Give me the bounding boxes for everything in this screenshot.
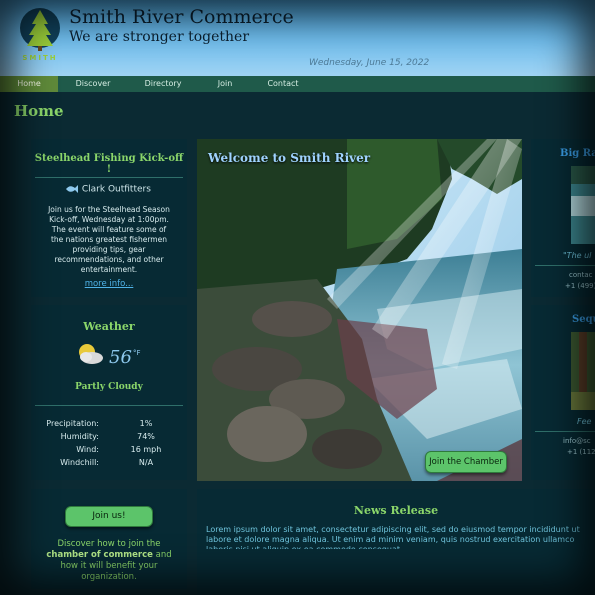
join-us-button[interactable]: Join us! — [65, 506, 153, 527]
main-nav: Home Discover Directory Join Contact — [0, 76, 595, 92]
hero-title: Welcome to Smith River — [208, 151, 371, 165]
page-title: Home — [14, 102, 64, 120]
logo-text: SMITH — [22, 54, 57, 62]
site-header: SMITH Smith River Commerce We are strong… — [0, 0, 595, 76]
wind-label: Wind: — [76, 445, 99, 454]
humidity-label: Humidity: — [60, 432, 99, 441]
right-card-1-contact: contac — [569, 271, 593, 279]
nav-join[interactable]: Join — [196, 76, 254, 92]
weather-card: Weather 56 °F Partly Cloudy Precipitatio… — [31, 305, 187, 480]
nav-discover[interactable]: Discover — [64, 76, 122, 92]
fish-icon — [66, 185, 78, 193]
temperature-unit: °F — [133, 349, 141, 357]
right-card-2-phone: +1 (112) 5 — [567, 448, 595, 456]
right-card-1-quote: "The ul — [563, 251, 592, 260]
join-text-bold: chamber of commerce — [46, 550, 153, 560]
nav-directory[interactable]: Directory — [134, 76, 192, 92]
right-card-1-phone: +1 (499) 5 — [565, 282, 595, 290]
river-scene-image — [197, 139, 522, 481]
nav-contact[interactable]: Contact — [254, 76, 312, 92]
windchill-label: Windchill: — [60, 458, 99, 467]
more-info-link[interactable]: more info... — [31, 279, 187, 289]
current-date: Wednesday, June 15, 2022 — [309, 58, 430, 68]
divider — [35, 405, 183, 406]
event-description: Join us for the Steelhead Season Kick-of… — [48, 205, 170, 274]
event-title: Steelhead Fishing Kick-off ! — [34, 153, 184, 175]
weather-title: Weather — [83, 320, 135, 333]
site-tagline: We are stronger together — [69, 29, 250, 45]
site-title: Smith River Commerce — [69, 6, 294, 28]
partly-cloudy-icon — [79, 344, 103, 364]
temperature: 56 — [109, 347, 132, 368]
join-description: Discover how to join the chamber of comm… — [43, 539, 175, 583]
sponsor-name: Clark Outfitters — [81, 184, 151, 195]
nav-home[interactable]: Home — [0, 76, 58, 92]
humidity-value: 74% — [137, 432, 155, 441]
right-card-2-title: Sequ — [572, 314, 595, 325]
sponsor[interactable]: Clark Outfitters — [65, 183, 151, 195]
rafting-image — [571, 166, 595, 244]
weather-condition: Partly Cloudy — [75, 382, 143, 392]
logo-tree-icon[interactable]: SMITH — [18, 6, 62, 62]
news-title: News Release — [353, 504, 439, 517]
hero-image: Welcome to Smith River Join the Chamber — [197, 139, 522, 481]
join-text-1: Discover how to join the — [57, 539, 161, 549]
precipitation-label: Precipitation: — [46, 419, 99, 428]
news-body: Lorem ipsum dolor sit amet, consectetur … — [206, 525, 580, 549]
divider — [535, 431, 595, 432]
event-card: Steelhead Fishing Kick-off ! Clark Outfi… — [31, 139, 187, 297]
divider — [535, 265, 595, 266]
right-card-2-contact: info@sc — [563, 437, 591, 445]
right-card-2-quote: Fee — [577, 417, 592, 426]
wind-value: 16 mph — [130, 445, 162, 454]
precipitation-value: 1% — [139, 419, 153, 428]
divider — [35, 177, 183, 178]
join-card: Join us! Discover how to join the chambe… — [31, 489, 187, 589]
sequoia-image — [571, 332, 595, 410]
right-card-2: Sequ Fee info@sc +1 (112) 5 — [531, 305, 595, 480]
right-card-1: Big Raf "The ul contac +1 (499) 5 — [531, 139, 595, 297]
windchill-value: N/A — [138, 458, 154, 467]
right-card-1-title: Big Raf — [560, 148, 595, 159]
join-chamber-button[interactable]: Join the Chamber — [425, 451, 507, 473]
